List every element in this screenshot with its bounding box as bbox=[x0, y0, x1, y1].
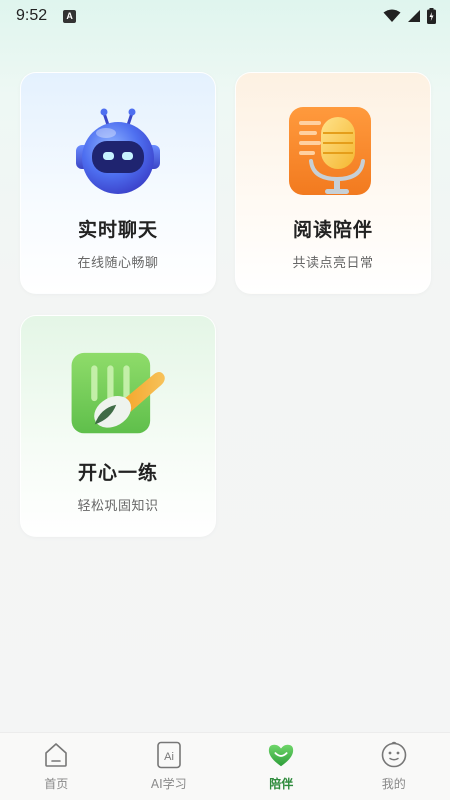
tab-label: 陪伴 bbox=[269, 777, 294, 791]
tab-companion[interactable]: 陪伴 bbox=[241, 741, 321, 792]
status-bar: 9:52 A bbox=[0, 0, 450, 32]
brush-icon bbox=[68, 344, 168, 444]
card-subtitle: 在线随心畅聊 bbox=[77, 256, 159, 271]
tab-label: 我的 bbox=[381, 777, 406, 791]
card-subtitle: 共读点亮日常 bbox=[292, 256, 374, 271]
wifi-icon bbox=[383, 9, 401, 22]
ai-icon: Ai bbox=[155, 741, 183, 769]
bottom-tab-bar: 首页 Ai AI学习 陪伴 我的 bbox=[0, 732, 450, 800]
status-time: 9:52 bbox=[16, 7, 48, 24]
card-title: 实时聊天 bbox=[77, 219, 158, 241]
tab-profile[interactable]: 我的 bbox=[354, 741, 434, 792]
robot-icon bbox=[68, 101, 168, 201]
card-reading-companion[interactable]: 阅读陪伴 共读点亮日常 bbox=[235, 72, 431, 294]
tab-home[interactable]: 首页 bbox=[16, 741, 96, 792]
tab-label: AI学习 bbox=[150, 777, 187, 791]
tab-ai-learning[interactable]: Ai AI学习 bbox=[129, 741, 209, 792]
card-realtime-chat[interactable]: 实时聊天 在线随心畅聊 bbox=[20, 72, 216, 294]
card-happy-practice[interactable]: 开心一练 轻松巩固知识 bbox=[20, 315, 216, 537]
card-title: 阅读陪伴 bbox=[292, 219, 373, 241]
microphone-icon bbox=[283, 101, 383, 201]
companion-icon bbox=[267, 741, 295, 769]
home-icon bbox=[42, 741, 70, 769]
notification-icon: A bbox=[63, 9, 77, 23]
ai-icon-text: Ai bbox=[164, 751, 174, 763]
tab-label: 首页 bbox=[44, 777, 69, 791]
status-indicators bbox=[383, 8, 436, 24]
card-subtitle: 轻松巩固知识 bbox=[77, 499, 159, 514]
battery-icon bbox=[427, 8, 436, 24]
profile-icon bbox=[380, 741, 408, 769]
signal-icon bbox=[408, 10, 420, 22]
card-title: 开心一练 bbox=[77, 462, 158, 484]
